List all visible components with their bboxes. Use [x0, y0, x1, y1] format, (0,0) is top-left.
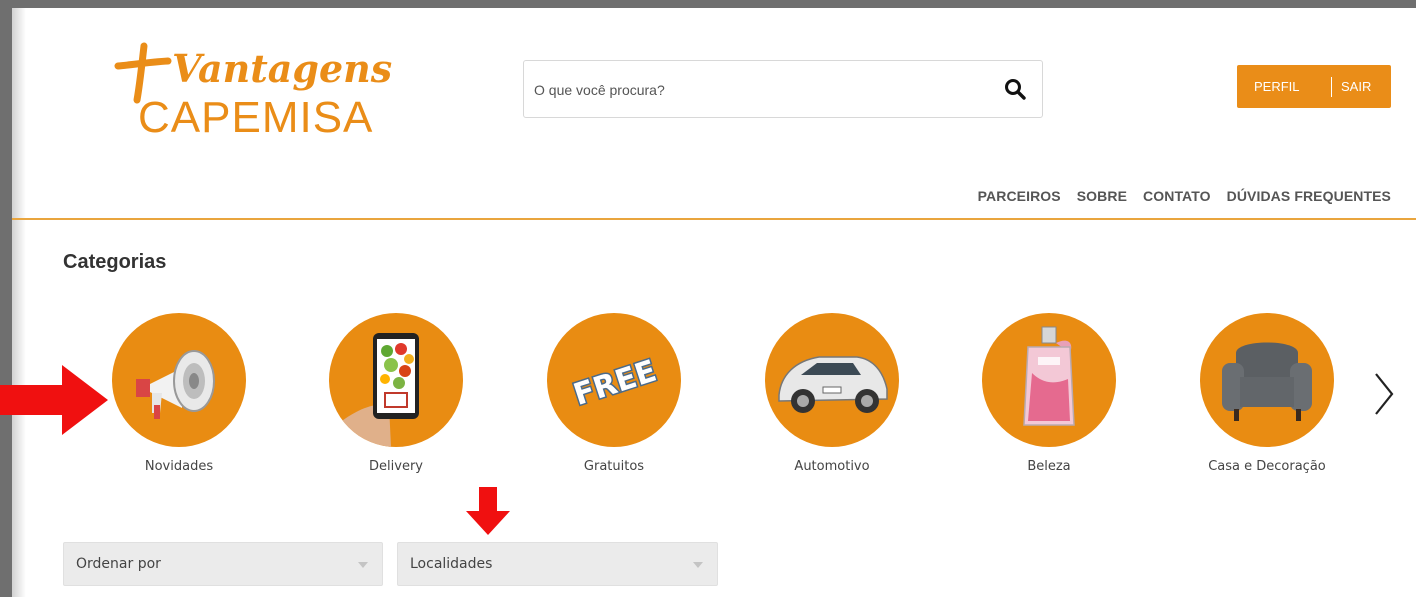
- category-circle: [765, 313, 899, 447]
- category-delivery[interactable]: Delivery: [311, 313, 481, 474]
- category-label: Beleza: [1027, 459, 1071, 474]
- logo[interactable]: Vantagens CAPEMISA: [100, 38, 400, 138]
- nav-contato[interactable]: CONTATO: [1143, 188, 1211, 204]
- account-buttons: PERFIL SAIR: [1237, 65, 1391, 108]
- location-select-value: Localidades: [410, 556, 493, 572]
- search-box[interactable]: [523, 60, 1043, 119]
- category-circle: [982, 313, 1116, 447]
- search-icon[interactable]: [1004, 78, 1026, 100]
- category-circle: [1200, 313, 1334, 447]
- logo-wordmark: CAPEMISA: [138, 93, 373, 138]
- category-gratuitos[interactable]: FREE Gratuitos: [529, 313, 699, 474]
- annotation-arrow-down-icon: [466, 487, 510, 535]
- category-circle: [329, 313, 463, 447]
- main-nav: PARCEIROS SOBRE CONTATO DÚVIDAS FREQUENT…: [962, 188, 1391, 204]
- free-tag-icon: FREE: [568, 352, 662, 414]
- chevron-down-icon: [358, 562, 368, 568]
- category-label: Gratuitos: [583, 459, 645, 474]
- location-select[interactable]: Localidades: [397, 542, 718, 586]
- nav-sobre[interactable]: SOBRE: [1077, 188, 1127, 204]
- categories-title: Categorias: [63, 251, 167, 273]
- category-label: Casa e Decoração: [1208, 459, 1326, 474]
- category-casa-decoracao[interactable]: Casa e Decoração: [1182, 313, 1352, 474]
- chevron-down-icon: [693, 562, 703, 568]
- svg-text:FREE: FREE: [569, 354, 660, 413]
- search-input[interactable]: [534, 61, 974, 119]
- category-label: Automotivo: [794, 459, 870, 474]
- chevron-right-icon[interactable]: [1372, 372, 1396, 416]
- armchair-icon: [1222, 342, 1312, 421]
- category-circle: [112, 313, 246, 447]
- header-divider: [12, 218, 1416, 220]
- separator: [1331, 77, 1332, 97]
- logout-button[interactable]: SAIR: [1341, 65, 1371, 108]
- sort-select-value: Ordenar por: [76, 556, 161, 572]
- annotation-arrow-right-icon: [0, 365, 108, 435]
- category-novidades[interactable]: Novidades: [94, 313, 264, 474]
- nav-duvidas[interactable]: DÚVIDAS FREQUENTES: [1227, 188, 1391, 204]
- phone-groceries-icon: [339, 333, 419, 447]
- category-label: Delivery: [369, 459, 423, 474]
- nav-parceiros[interactable]: PARCEIROS: [978, 188, 1061, 204]
- megaphone-icon: [136, 350, 215, 419]
- category-automotivo[interactable]: Automotivo: [747, 313, 917, 474]
- category-label: Novidades: [144, 459, 214, 474]
- category-circle: FREE: [547, 313, 681, 447]
- car-icon: [778, 356, 888, 413]
- logo-script-text: Vantagens: [172, 46, 392, 91]
- category-beleza[interactable]: Beleza: [964, 313, 1134, 474]
- profile-button[interactable]: PERFIL: [1254, 65, 1300, 108]
- sort-select[interactable]: Ordenar por: [63, 542, 383, 586]
- perfume-icon: [1023, 326, 1075, 426]
